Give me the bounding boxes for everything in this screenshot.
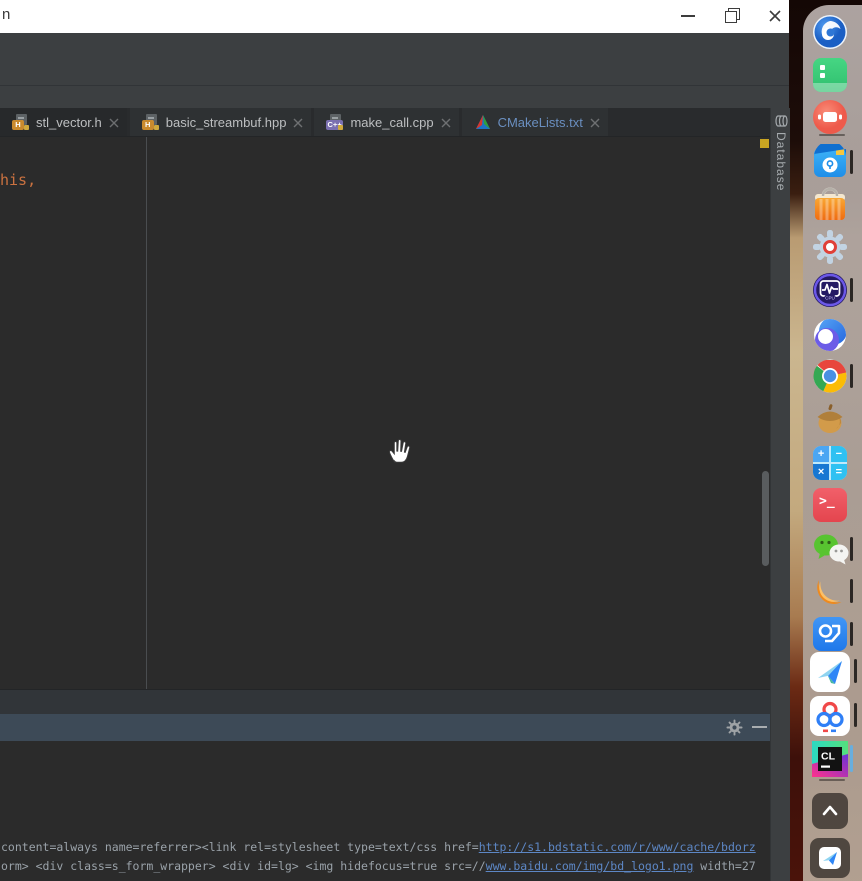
dock-expand-chevron-icon[interactable]: [812, 793, 848, 829]
ide-window: H stl_vector.h H basic_streambuf.hpp C++…: [0, 33, 790, 881]
minimize-icon[interactable]: [679, 7, 697, 25]
console-line: orm> <div class=s_form_wrapper> <div id=…: [1, 859, 756, 873]
running-indicator: [850, 537, 853, 561]
restore-icon[interactable]: [722, 7, 740, 25]
running-indicator: [850, 579, 853, 603]
tab-cmakelists[interactable]: CMakeLists.txt: [461, 108, 608, 136]
code-fragment: his,: [0, 171, 37, 189]
tab-label: basic_streambuf.hpp: [165, 114, 287, 130]
ide-toolbar: [0, 33, 789, 86]
software-bag-icon[interactable]: [812, 186, 848, 222]
console-minimize-icon[interactable]: [752, 726, 767, 728]
dock-panel: CPU + − × = >_ CL: [803, 5, 862, 881]
database-tool-button[interactable]: Database: [773, 114, 789, 191]
rings-app-icon[interactable]: [810, 696, 857, 736]
cmake-file-icon: [474, 114, 491, 130]
system-monitor-icon[interactable]: CPU: [812, 272, 853, 308]
database-icon: [775, 115, 788, 127]
acorn-app-icon[interactable]: [812, 401, 848, 437]
tab-label: CMakeLists.txt: [497, 114, 583, 130]
tab-close-icon[interactable]: [292, 116, 304, 128]
running-indicator: [854, 659, 857, 683]
code-analysis-indicator[interactable]: [760, 139, 769, 148]
dock-separator: [819, 779, 845, 781]
notes-app-icon[interactable]: [812, 57, 848, 93]
console-header[interactable]: [0, 714, 770, 741]
tab-close-icon[interactable]: [589, 116, 601, 128]
tab-close-icon[interactable]: [108, 116, 120, 128]
paper-plane-minimized-icon[interactable]: [810, 838, 850, 878]
svg-text:CPU: CPU: [825, 296, 835, 301]
dock-separator: [819, 134, 845, 136]
running-indicator: [850, 364, 853, 388]
wechat-icon[interactable]: [812, 531, 853, 567]
docs-app-icon[interactable]: [812, 616, 853, 652]
ide-navigation-bar: [0, 86, 789, 108]
console-link[interactable]: www.baidu.com/img/bd_logo1.png: [486, 859, 694, 873]
header-file-icon: H: [141, 114, 159, 130]
terminal-icon[interactable]: >_: [812, 487, 848, 523]
active-app-indicator: [850, 745, 853, 772]
console-output[interactable]: content=always name=referrer><link rel=s…: [0, 741, 770, 881]
console-line: content=always name=referrer><link rel=s…: [1, 840, 756, 854]
launcher-icon[interactable]: [812, 14, 848, 50]
control-center-gear-icon[interactable]: [812, 229, 848, 265]
tab-close-icon[interactable]: [440, 116, 452, 128]
chrome-icon[interactable]: [812, 358, 853, 394]
browser-icon[interactable]: [812, 317, 848, 353]
running-indicator: [850, 278, 853, 302]
editor-left-pane[interactable]: his,: [0, 137, 147, 690]
calculator-icon[interactable]: + − × =: [812, 445, 848, 481]
editor-area[interactable]: his,: [0, 136, 770, 690]
background-window-title: n: [2, 6, 11, 23]
tab-make-call[interactable]: C++ make_call.cpp: [314, 108, 459, 136]
right-tool-stripe: Database: [770, 108, 790, 881]
clion-icon[interactable]: CL: [812, 741, 853, 777]
cpp-file-icon: C++: [326, 114, 344, 130]
background-window-titlebar: n: [0, 0, 789, 33]
orange-slice-icon[interactable]: [812, 573, 853, 609]
editor-scrollbar[interactable]: [762, 471, 769, 566]
tab-label: make_call.cpp: [350, 114, 434, 130]
console-settings-gear-icon[interactable]: [726, 719, 743, 736]
paper-plane-app-icon[interactable]: [810, 652, 857, 692]
tab-stl-vector[interactable]: H stl_vector.h: [0, 108, 127, 136]
screen-recorder-icon[interactable]: [812, 99, 848, 135]
editor-tab-bar: H stl_vector.h H basic_streambuf.hpp C++…: [0, 108, 770, 136]
svg-text:CL: CL: [821, 751, 836, 763]
console-link[interactable]: http://s1.bdstatic.com/r/www/cache/bdorz: [479, 840, 756, 854]
running-indicator: [854, 703, 857, 727]
tool-window-bar: [0, 689, 770, 714]
running-indicator: [850, 622, 853, 646]
running-indicator: [850, 150, 853, 174]
database-label: Database: [774, 132, 788, 192]
header-file-icon: H: [12, 114, 29, 130]
hand-cursor: [388, 439, 411, 463]
tab-basic-streambuf[interactable]: H basic_streambuf.hpp: [129, 108, 312, 136]
app-store-icon[interactable]: [812, 140, 853, 180]
tab-label: stl_vector.h: [36, 114, 102, 130]
close-icon[interactable]: [766, 7, 784, 25]
